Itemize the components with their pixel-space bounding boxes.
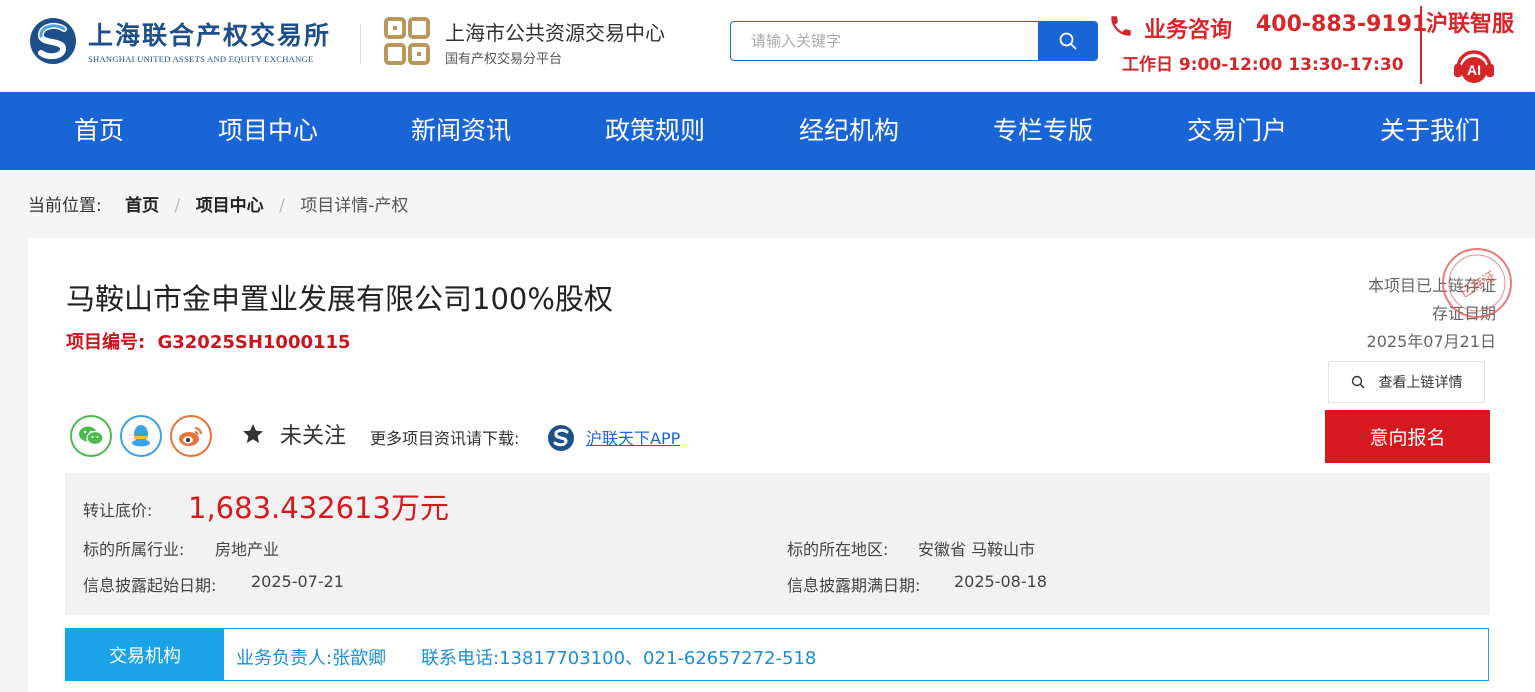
nav-home[interactable]: 首页 [74,92,124,170]
site-header: 上海联合产权交易所 SHANGHAI UNITED ASSETS AND EQU… [0,0,1535,92]
nav-brokers[interactable]: 经纪机构 [799,92,899,170]
weibo-icon [179,427,202,446]
nav-policy[interactable]: 政策规则 [605,92,705,170]
work-hours: 工作日 9:00-12:00 13:30-17:30 [1122,55,1404,75]
ai-service-label: 沪联智服 [1426,12,1515,37]
qq-icon [132,425,150,447]
app-download-link[interactable]: 沪联天下APP [586,425,680,449]
stamp-text: 已存证 [1458,269,1499,301]
project-code-value: G32025SH1000115 [157,332,351,353]
exchange-contact-bar: 交易机构 业务负责人:张歆卿 联系电话:13817703100、021-6265… [65,628,1489,681]
search-box [730,21,1098,61]
disclosure-start-date: 2025-07-21 [251,572,344,591]
disclosure-end-date: 2025-08-18 [954,572,1047,591]
project-code-label: 项目编号: [66,332,146,353]
follow-toggle[interactable]: 未关注 [240,418,346,450]
divider [360,24,361,64]
breadcrumb-prefix: 当前位置: [28,196,102,216]
app-logo-icon [548,425,574,451]
breadcrumb-separator: / [174,196,181,216]
hotline: 业务咨询 400-883-9191 工作日 9:00-12:00 13:30-1… [1108,8,1427,78]
center-name: 上海市公共资源交易中心 [445,21,665,45]
project-info-panel: 转让底价: 1,683.432613万元 标的所属行业: 房地产业 标的所在地区… [65,473,1490,615]
register-intent-button[interactable]: 意向报名 [1325,410,1490,463]
disclosure-end-label: 信息披露期满日期: [787,576,921,595]
industry-label: 标的所属行业: [83,540,185,559]
share-weibo-button[interactable] [170,415,212,457]
nav-trading-portal[interactable]: 交易门户 [1187,92,1287,170]
logo-english-name: SHANGHAI UNITED ASSETS AND EQUITY EXCHAN… [88,54,314,64]
view-chain-details-label: 查看上链详情 [1378,375,1463,391]
share-wechat-button[interactable] [70,415,112,457]
star-icon [243,424,263,443]
logo-chinese-name: 上海联合产权交易所 [88,21,332,50]
region-label: 标的所在地区: [787,540,889,559]
price-label: 转让底价: [83,501,153,520]
tab-exchange-agency[interactable]: 交易机构 [66,629,224,680]
breadcrumb-home[interactable]: 首页 [125,196,159,216]
nav-news[interactable]: 新闻资讯 [411,92,511,170]
nav-about[interactable]: 关于我们 [1380,92,1480,170]
wechat-icon [79,426,104,446]
region-value: 安徽省 马鞍山市 [918,540,1036,559]
search-icon [1351,375,1364,389]
disclosure-start-label: 信息披露起始日期: [83,576,217,595]
suaee-logo[interactable]: 上海联合产权交易所 SHANGHAI UNITED ASSETS AND EQU… [28,14,348,70]
divider [1420,6,1422,84]
download-prompt: 更多项目资讯请下载: [370,429,520,448]
project-title: 马鞍山市金申置业发展有限公司100%股权 [66,282,613,316]
search-icon [1059,32,1076,50]
search-button[interactable] [1038,22,1097,60]
consult-phone: 400-883-9191 [1256,12,1428,37]
breadcrumb-project-center[interactable]: 项目中心 [196,196,264,216]
project-code: 项目编号: G32025SH1000115 [66,328,351,354]
ai-assistant-icon: AI [1454,50,1494,83]
contact-phone: 联系电话:13817703100、021-62657272-518 [421,648,817,669]
search-input[interactable] [731,22,1039,60]
breadcrumb-separator: / [279,196,285,216]
ai-service[interactable]: 沪联智服 AI [1424,6,1535,86]
industry-value: 房地产业 [215,540,280,559]
view-chain-details-button[interactable]: 查看上链详情 [1328,361,1485,403]
nav-project-center[interactable]: 项目中心 [218,92,318,170]
phone-icon [1111,16,1131,36]
resource-center-icon [384,17,430,65]
chain-date: 2025年07月21日 [1366,332,1496,351]
nav-columns[interactable]: 专栏专版 [993,92,1093,170]
project-card: 马鞍山市金申置业发展有限公司100%股权 项目编号: G32025SH10001… [28,238,1535,692]
ai-badge: AI [1467,62,1481,78]
contact-person: 业务负责人:张歆卿 [236,648,387,669]
center-subtitle: 国有产权交易分平台 [445,52,563,67]
breadcrumb-current: 项目详情-产权 [300,196,409,216]
certified-stamp: 已存证 [1442,248,1512,318]
main-nav: 首页 项目中心 新闻资讯 政策规则 经纪机构 专栏专版 交易门户 关于我们 [0,92,1535,170]
follow-status: 未关注 [280,424,347,449]
breadcrumb: 当前位置: 首页 / 项目中心 / 项目详情-产权 [28,191,408,216]
consult-label: 业务咨询 [1144,18,1233,43]
share-qq-button[interactable] [120,415,162,457]
public-resource-center-logo[interactable]: 上海市公共资源交易中心 国有产权交易分平台 [383,16,703,70]
suaee-logo-icon [30,18,76,64]
transfer-price: 1,683.432613万元 [188,491,449,525]
